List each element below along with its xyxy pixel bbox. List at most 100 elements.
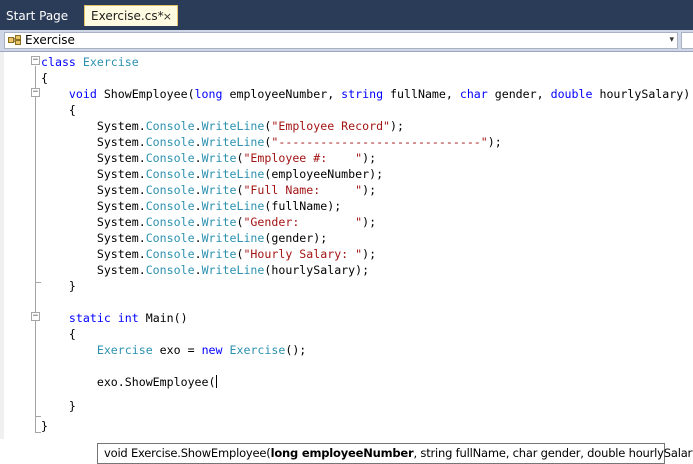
code-token: ); — [362, 183, 376, 197]
tab-label: Exercise.cs* — [91, 9, 164, 23]
tab-start-page[interactable]: Start Page — [0, 6, 80, 27]
code-token: Write — [202, 247, 237, 261]
text-caret — [216, 375, 217, 388]
code-token: void — [69, 87, 97, 101]
code-token: . — [195, 263, 202, 277]
code-token: . — [195, 199, 202, 213]
code-line: { — [41, 102, 76, 118]
code-token: "Employee #: " — [243, 151, 362, 165]
code-token: System. — [41, 215, 146, 229]
code-line: System.Console.WriteLine(gender); — [41, 230, 327, 246]
chevron-down-icon[interactable]: ▾ — [669, 33, 674, 48]
tooltip-current-parameter: long employeeNumber — [271, 446, 414, 460]
member-dropdown[interactable] — [681, 32, 693, 49]
outline-end-tick — [35, 416, 41, 417]
code-line: System.Console.Write("Employee #: "); — [41, 150, 376, 166]
code-token: ); — [362, 151, 376, 165]
code-token: { — [41, 71, 48, 85]
code-line: } — [41, 418, 48, 434]
collapse-method-icon[interactable]: − — [31, 88, 40, 97]
code-line: static int Main() — [41, 310, 188, 326]
code-token: (hourlySalary); — [264, 263, 369, 277]
code-token — [223, 343, 230, 357]
code-token: Console — [146, 119, 195, 133]
code-line: System.Console.WriteLine(employeeNumber)… — [41, 166, 383, 182]
code-token: Console — [146, 151, 195, 165]
selection-margin — [0, 52, 4, 439]
code-token — [76, 55, 83, 69]
code-token — [111, 311, 118, 325]
code-token: char — [460, 87, 488, 101]
code-line: { — [41, 70, 48, 86]
code-token: int — [118, 311, 139, 325]
class-dropdown-value: Exercise — [25, 33, 75, 48]
code-token: Exercise — [83, 55, 139, 69]
code-token: long — [195, 87, 223, 101]
code-token: employeeNumber, — [223, 87, 342, 101]
code-token: . — [195, 247, 202, 261]
code-line: System.Console.WriteLine(fullName); — [41, 198, 341, 214]
code-token: System. — [41, 247, 146, 261]
code-token: } — [41, 419, 48, 433]
code-token: class — [41, 55, 76, 69]
code-token: "-----------------------------" — [271, 135, 487, 149]
code-token: Console — [146, 215, 195, 229]
code-line: Exercise exo = new Exercise(); — [41, 342, 306, 358]
code-token — [41, 311, 69, 325]
code-token: . — [195, 231, 202, 245]
code-token: (fullName); — [264, 199, 341, 213]
code-line: System.Console.Write("Hourly Salary: "); — [41, 246, 376, 262]
outline-guide — [35, 98, 36, 282]
code-line: System.Console.WriteLine("--------------… — [41, 134, 502, 150]
code-line: } — [41, 278, 76, 294]
code-token: Exercise — [97, 343, 153, 357]
code-token: . — [195, 119, 202, 133]
code-token: Write — [202, 151, 237, 165]
collapse-method-icon[interactable]: − — [31, 312, 40, 321]
code-token: Write — [202, 215, 237, 229]
code-token — [41, 87, 69, 101]
code-token: System. — [41, 167, 146, 181]
code-token: System. — [41, 199, 146, 213]
code-token: new — [202, 343, 223, 357]
code-token: Console — [146, 183, 195, 197]
code-line: exo.ShowEmployee( — [41, 374, 217, 390]
code-token: { — [41, 103, 76, 117]
code-token: System. — [41, 231, 146, 245]
code-token: hourlySalary) — [592, 87, 690, 101]
code-token: ShowEmployee( — [97, 87, 195, 101]
tab-exercise-cs[interactable]: Exercise.cs* × — [84, 5, 178, 26]
code-line: System.Console.Write("Gender: "); — [41, 214, 376, 230]
code-token: ); — [390, 119, 404, 133]
class-dropdown[interactable]: Exercise ▾ — [4, 32, 678, 49]
code-line: System.Console.WriteLine(hourlySalary); — [41, 262, 369, 278]
code-line: { — [41, 326, 76, 342]
code-token: Console — [146, 263, 195, 277]
code-token: Write — [202, 183, 237, 197]
code-token: double — [551, 87, 593, 101]
code-line: class Exercise — [41, 54, 139, 70]
code-token: exo.ShowEmployee( — [41, 375, 216, 389]
code-token: . — [195, 151, 202, 165]
class-icon — [8, 35, 21, 45]
code-line: void ShowEmployee(long employeeNumber, s… — [41, 86, 690, 102]
code-token: "Hourly Salary: " — [243, 247, 362, 261]
code-token: "Full Name: " — [243, 183, 362, 197]
code-token: Exercise — [230, 343, 286, 357]
code-token: Main() — [139, 311, 188, 325]
code-line: System.Console.Write("Full Name: "); — [41, 182, 376, 198]
code-token: System. — [41, 183, 146, 197]
collapse-class-icon[interactable]: − — [31, 56, 40, 65]
tooltip-signature-start: void Exercise.ShowEmployee( — [104, 446, 271, 460]
code-token: WriteLine — [202, 263, 265, 277]
code-line: } — [41, 398, 76, 414]
code-token: exo = — [153, 343, 202, 357]
code-token: } — [41, 279, 76, 293]
close-icon[interactable]: × — [163, 6, 172, 27]
code-token: "Employee Record" — [271, 119, 390, 133]
code-token: . — [195, 183, 202, 197]
code-editor[interactable]: − − − class Exercise{ void ShowEmployee(… — [0, 52, 693, 439]
code-token: WriteLine — [202, 119, 265, 133]
code-token: { — [41, 327, 76, 341]
code-token: ); — [488, 135, 502, 149]
